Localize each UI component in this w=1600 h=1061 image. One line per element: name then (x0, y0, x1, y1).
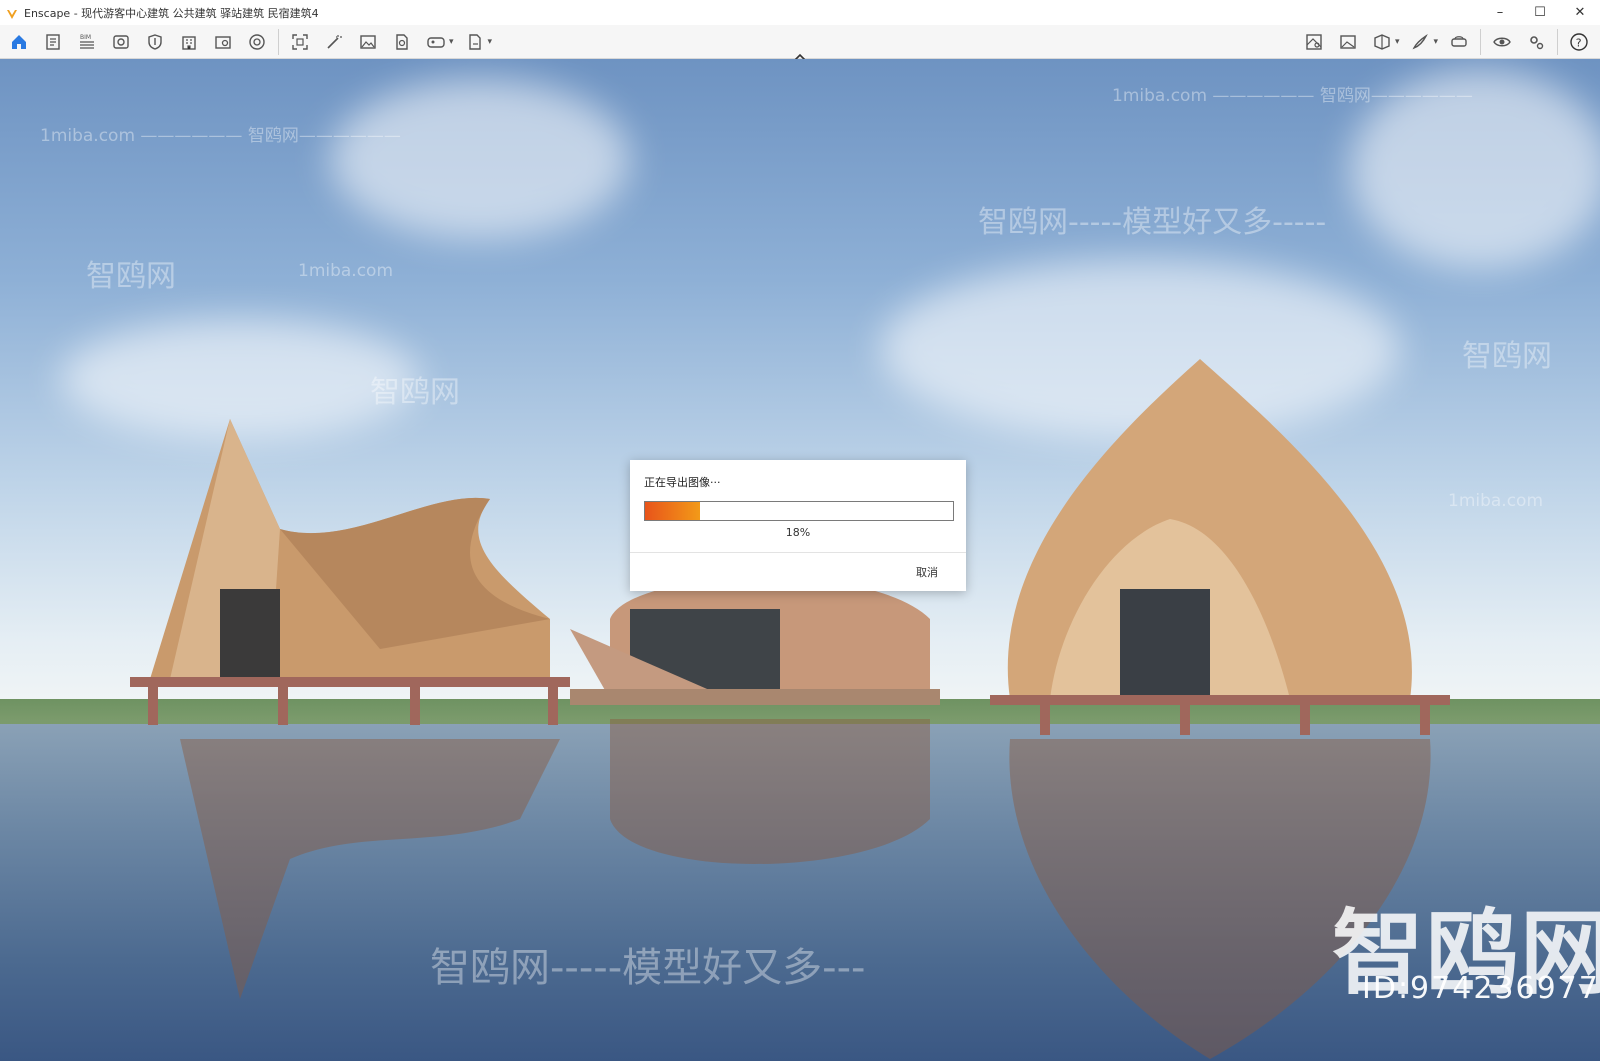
close-button[interactable]: ✕ (1560, 0, 1600, 25)
watermark-brand: 智鸥网 (1462, 339, 1552, 374)
capture-button[interactable] (285, 27, 315, 57)
stilt (1420, 699, 1430, 735)
watermark-brand: 智鸥网 (86, 259, 176, 294)
asset-library-button[interactable] (208, 27, 238, 57)
dialog-divider (630, 552, 966, 553)
export-progress-dialog: 正在导出图像··· 18% 取消 (630, 460, 966, 591)
gallery-button[interactable] (1333, 27, 1363, 57)
help-icon: ? (1570, 33, 1588, 51)
stilt (1300, 699, 1310, 735)
shield-icon (148, 34, 162, 50)
watermark-slogan: 智鸥网-----模型好又多--- (430, 945, 866, 991)
eye-icon (1493, 37, 1511, 47)
brush-button[interactable] (1405, 27, 1435, 57)
section-icon (1374, 34, 1390, 50)
magic-wand-icon (327, 35, 342, 49)
eye-button[interactable] (1487, 27, 1517, 57)
vr-headset-button[interactable] (1444, 27, 1474, 57)
export-file-button[interactable] (460, 27, 490, 57)
settings-icon (1530, 36, 1544, 50)
stilt (1040, 699, 1050, 735)
left-bamboo-house (130, 419, 570, 687)
enscape-logo-icon (5, 6, 19, 20)
cancel-button[interactable]: 取消 (916, 564, 938, 580)
settings-button[interactable] (1521, 27, 1551, 57)
progress-bar-fill (645, 502, 701, 520)
svg-text:BIM: BIM (80, 34, 91, 41)
title-bar: Enscape - 现代游客中心建筑 公共建筑 驿站建筑 民宿建筑4 – ☐ ✕ (0, 0, 1600, 25)
panorama-button[interactable] (421, 27, 451, 57)
bim-icon: BIM (80, 34, 94, 49)
stilt (278, 685, 288, 725)
window-controls: – ☐ ✕ (1480, 0, 1600, 25)
right-dome-house (990, 359, 1450, 705)
document-icon (46, 34, 60, 50)
map-view-icon (1306, 34, 1322, 50)
map-view-button[interactable] (1299, 27, 1329, 57)
image-export-icon (360, 35, 376, 49)
shield-button[interactable] (140, 27, 170, 57)
panorama-icon (427, 37, 445, 48)
view-icon (113, 35, 129, 49)
toolbar-collapse-chevron-up-icon[interactable] (792, 47, 808, 61)
export-file-icon (468, 34, 481, 50)
image-export-button[interactable] (353, 27, 383, 57)
capture-icon (292, 34, 308, 50)
home-icon (12, 35, 26, 49)
toolbar-left-group: BIM ▾ ▾ (2, 25, 496, 59)
home-button[interactable] (4, 27, 34, 57)
material-button[interactable] (242, 27, 272, 57)
watermark-site: 1miba.com (1448, 491, 1544, 511)
watermark-brand: 智鸥网 (370, 375, 460, 410)
dialog-title: 正在导出图像··· (644, 476, 721, 489)
watermark-text: 1miba.com —————— 智鸥网—————— (40, 126, 401, 146)
progress-bar (644, 501, 954, 521)
batch-render-button[interactable] (387, 27, 417, 57)
section-button[interactable] (1367, 27, 1397, 57)
brush-icon (1413, 33, 1429, 50)
toolbar-separator (278, 29, 279, 55)
batch-render-icon (396, 34, 408, 50)
maximize-button[interactable]: ☐ (1520, 0, 1560, 25)
watermark-site: 1miba.com (298, 261, 394, 281)
asset-library-icon (215, 36, 231, 49)
view-button[interactable] (106, 27, 136, 57)
window-title: Enscape - 现代游客中心建筑 公共建筑 驿站建筑 民宿建筑4 (24, 6, 319, 20)
svg-text:?: ? (1576, 37, 1582, 50)
bim-button[interactable]: BIM (72, 27, 102, 57)
stilt (410, 685, 420, 725)
toolbar-right-group: ▾ ▾ ? (1297, 25, 1596, 59)
stilt (1180, 699, 1190, 735)
magic-wand-button[interactable] (319, 27, 349, 57)
watermark-text: 1miba.com —————— 智鸥网—————— (1112, 86, 1473, 106)
progress-percentage: 18% (785, 526, 811, 539)
watermark-text: 智鸥网-----模型好又多----- (978, 205, 1327, 240)
cloud (330, 79, 630, 239)
material-icon (249, 34, 265, 50)
vr-headset-icon (1451, 36, 1467, 47)
stilt (148, 685, 158, 725)
document-button[interactable] (38, 27, 68, 57)
stilt (548, 685, 558, 725)
building-button[interactable] (174, 27, 204, 57)
help-button[interactable]: ? (1564, 27, 1594, 57)
watermark-id: ID:974236977 (1362, 971, 1600, 1006)
toolbar-separator-right (1480, 29, 1481, 55)
gallery-icon (1340, 35, 1356, 49)
building-icon (182, 36, 196, 50)
middle-house-reflection (610, 719, 930, 864)
toolbar-separator-help (1557, 29, 1558, 55)
minimize-button[interactable]: – (1480, 0, 1520, 25)
